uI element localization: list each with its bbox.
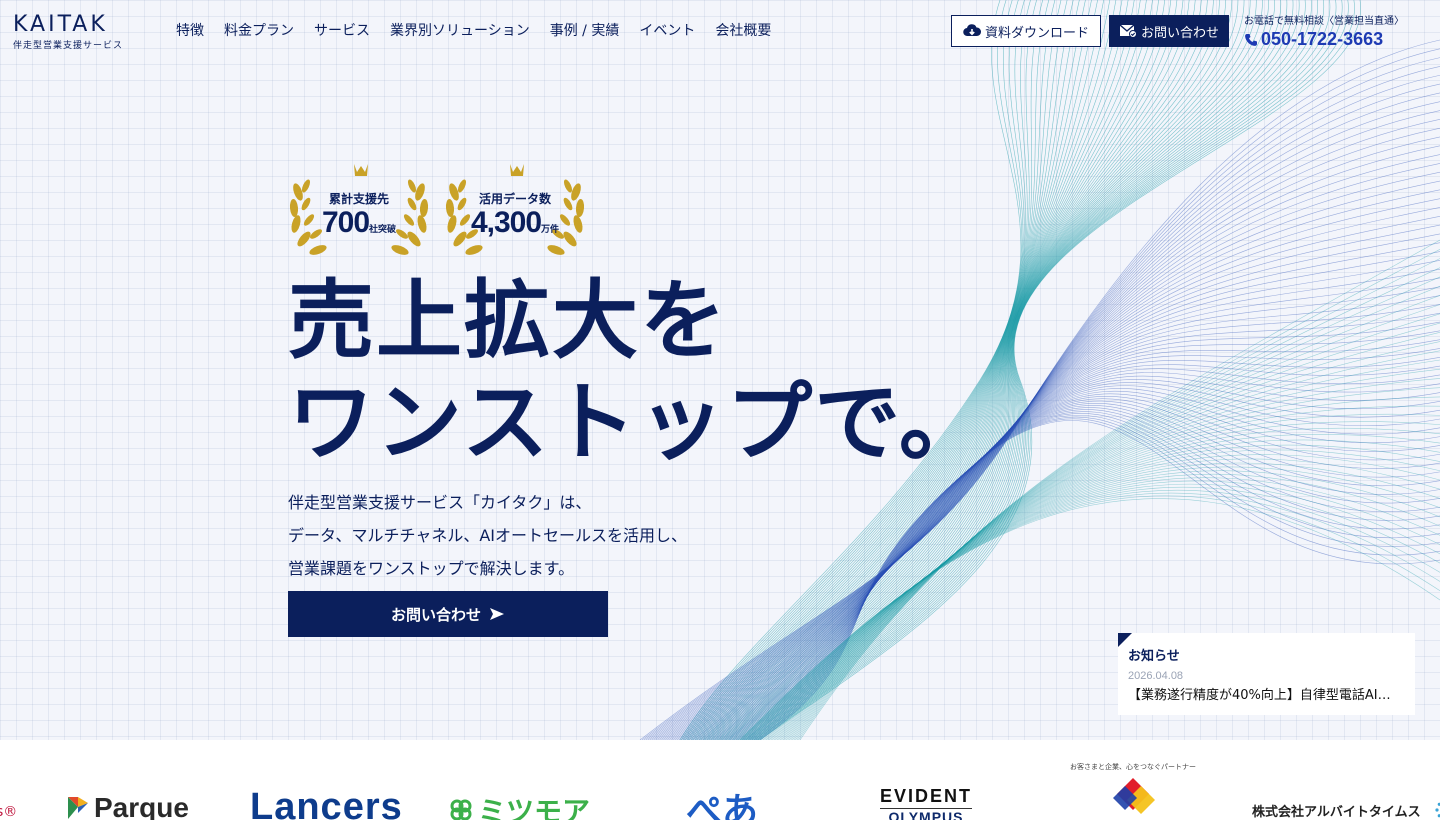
hero-headline: 売上拡大を ワンストップで。 [288,270,987,474]
nav-features[interactable]: 特徴 [176,20,204,40]
clover-icon [450,799,472,820]
nav-events[interactable]: イベント [639,20,695,40]
loading-dots-icon [1435,802,1440,818]
mitsumore-logo: ミツモア [450,790,590,820]
nav-pricing[interactable]: 料金プラン [224,20,294,40]
hero-contact-button[interactable]: お問い合わせ [288,591,608,637]
nav-case-studies[interactable]: 事例 / 実績 [550,20,620,40]
award-badge-data: 活用データ数 4,300万件 [440,162,590,262]
logo-subtitle: 伴走型営業支援サービス [13,41,124,51]
send-arrow-icon [490,608,504,620]
phone-label: お電話で無料相談〈営業担当直通〉 [1244,16,1404,27]
award-label: 活用データ数 [478,192,551,206]
award-label: 累計支援先 [328,192,389,206]
lancers-logo: Lancers [250,786,403,820]
phone-number[interactable]: 050-1722-3663 [1244,29,1404,50]
hero-description: 伴走型営業支援サービス「カイタク」は、 データ、マルチチャネル、AIオートセール… [288,486,687,585]
main-nav: 特徴 料金プラン サービス 業界別ソリューション 事例 / 実績 イベント 会社… [176,20,771,40]
header-contact-button[interactable]: お問い合わせ [1109,15,1229,47]
news-title: お知らせ [1128,649,1180,664]
award-value: 4,300万件 [470,206,560,239]
news-item-link[interactable]: 【業務遂行精度が40%向上】自律型電話AI… [1128,684,1405,703]
partial-logo: s® [0,804,18,820]
news-date: 2026.04.08 [1128,670,1184,682]
parque-mark-icon [68,797,88,819]
desc-line-2: データ、マルチチャネル、AIオートセールスを活用し、 [288,526,688,545]
award-badge-clients: 累計支援先 700社突破 [284,162,434,262]
news-corner-decoration [1118,633,1132,647]
phone-number-text: 050-1722-3663 [1261,29,1384,49]
nav-services[interactable]: サービス [314,20,370,40]
pepa-logo: ぺあ [686,791,759,820]
nav-industry-solutions[interactable]: 業界別ソリューション [390,20,530,40]
evident-olympus-logo: EVIDENT OLYMPUS [880,786,973,820]
phone-icon [1245,33,1257,46]
headline-line-2: ワンストップで。 [288,373,987,473]
client-logo-strip: s® Parque Lancers ミツモア ぺあ EVIDENT OLYMPU… [0,740,1440,820]
logo-text: KAITAK [13,12,108,37]
award-value: 700社突破 [321,206,397,239]
nav-company[interactable]: 会社概要 [715,20,771,40]
desc-line-3: 営業課題をワンストップで解決します。 [288,559,575,578]
download-materials-button[interactable]: 資料ダウンロード [951,15,1101,47]
news-box[interactable]: お知らせ 2026.04.08 【業務遂行精度が40%向上】自律型電話AI… [1118,633,1415,715]
parque-logo: Parque [66,792,189,820]
partner-logo: お客さまと企業、心をつなぐパートナー [1070,762,1196,820]
albatimes-logo: 株式会社アルバイトタイムス [1252,800,1440,820]
download-label: 資料ダウンロード [984,25,1089,41]
partner-diamond-icon [1113,778,1155,814]
kaitak-logo[interactable]: KAITAK 伴走型営業支援サービス [13,12,123,51]
contact-label: お問い合わせ [1140,25,1219,41]
desc-line-1: 伴走型営業支援サービス「カイタク」は、 [288,493,592,512]
cloud-download-icon [963,24,981,37]
headline-line-1: 売上拡大を [288,271,728,371]
phone-contact[interactable]: お電話で無料相談〈営業担当直通〉 050-1722-3663 [1244,12,1404,50]
cta-label: お問い合わせ [390,605,481,624]
mail-check-icon [1119,24,1137,38]
